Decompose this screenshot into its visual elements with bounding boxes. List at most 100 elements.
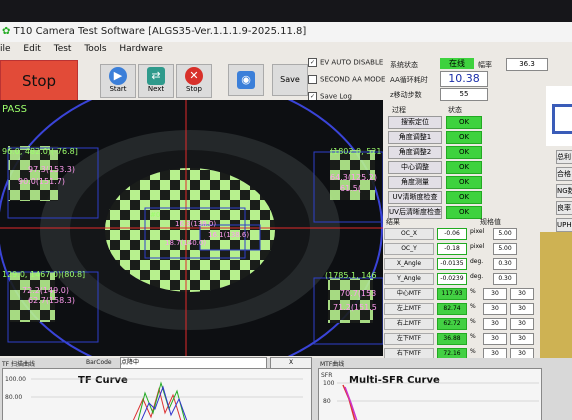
mtf-spec1: 30 [483, 288, 507, 300]
stat-ng-label: NG数 [556, 184, 572, 198]
next-arrows-icon: ⇄ [147, 67, 165, 85]
sfr-curve-title: Multi-SFR Curve [349, 375, 440, 386]
process-header: 过程 [392, 106, 406, 114]
menu-file[interactable]: ile [0, 44, 11, 54]
sfr-curve-svg: Multi-SFR Curve SFR 100 80 [321, 372, 539, 420]
stat-total-label: 总利 [556, 150, 572, 164]
center-val-a: 16.3(138.0) [175, 220, 216, 228]
z-steps-label: z移动步数 [390, 91, 422, 99]
menu-hardware[interactable]: Hardware [119, 44, 162, 54]
bl-v2: 62.7(158.3) [28, 296, 75, 305]
mtf-row: 左下MTF 36.88 % 30 30 [384, 333, 534, 345]
result-name: Y_Angle [384, 273, 434, 285]
monitor-bezel [0, 0, 572, 24]
mtf-value: 117.93 [437, 288, 467, 300]
z-steps-value: 55 [440, 88, 488, 101]
process-step-button[interactable]: 中心调整 [388, 161, 442, 174]
tl-v2: 90.0(151.7) [18, 177, 65, 186]
log-panel [540, 232, 572, 362]
result-name: OC_X [384, 228, 434, 240]
sfr-series-magenta [344, 386, 358, 420]
result-value: -0.18 [437, 243, 467, 255]
stats-column: 总利 合格 NG数 良率 UPH [556, 150, 572, 235]
camera-view: PASS #0 16.3(138.0) 16.1(138.6) 18.7(140… [0, 100, 383, 356]
process-row: 角度调整1 OK [388, 131, 482, 144]
mtf-row: 左上MTF 82.74 % 30 30 [384, 303, 534, 315]
process-state: OK [446, 116, 482, 129]
stat-yield-label: 良率 [556, 201, 572, 215]
stop-label: Stop [186, 85, 202, 93]
stat-pass-label: 合格 [556, 167, 572, 181]
mtf-name: 左下MTF [384, 333, 434, 345]
start-button[interactable]: ▶ Start [100, 64, 136, 98]
process-step-button[interactable]: UV清晰度检查 [388, 191, 442, 204]
mtf-name: 右上MTF [384, 318, 434, 330]
result-spec: 0.30 [493, 273, 517, 285]
mtf-unit: % [470, 303, 476, 310]
tf-ymax: 100.00 [5, 376, 26, 383]
mtf-spec1: 30 [483, 333, 507, 345]
result-header: 结果 [386, 218, 400, 226]
camera-button[interactable]: ◉ [228, 64, 264, 96]
menu-test[interactable]: Test [54, 44, 72, 54]
next-button[interactable]: ⇄ Next [138, 64, 174, 98]
process-state: OK [446, 206, 482, 219]
camera-overlay-svg: PASS #0 16.3(138.0) 16.1(138.6) 18.7(140… [0, 100, 383, 356]
mtf-value: 62.72 [437, 318, 467, 330]
result-row: OC_X -0.06 pixel 5.00 [384, 228, 534, 240]
result-value: -0.06 [437, 228, 467, 240]
process-step-button[interactable]: 搜索定位 [388, 116, 442, 129]
barcode-label: BarCode [86, 359, 112, 366]
mtf-unit: % [470, 318, 476, 325]
mtf-tab[interactable]: MTF曲线 [320, 359, 344, 368]
mtf-spec2: 30 [510, 303, 534, 315]
mtf-spec2: 30 [510, 333, 534, 345]
process-state: OK [446, 191, 482, 204]
mtf-row: 右上MTF 62.72 % 30 30 [384, 318, 534, 330]
system-status-value: 在线 [440, 58, 474, 69]
tl-coord: 96.0, 482.0)(-76.8] [2, 147, 78, 156]
tf-tab[interactable]: TF 扫描曲线 [2, 359, 35, 368]
tr-v1: 64.3(125.2) [330, 173, 377, 182]
mtf-name: 左上MTF [384, 303, 434, 315]
bl-v1: 72.2(149.0) [22, 286, 69, 295]
second-aa-checkbox[interactable]: SECOND AA MODE [308, 75, 385, 84]
process-state: OK [446, 176, 482, 189]
checkbox-checked-icon: ✓ [308, 58, 317, 67]
stop-big-button[interactable]: Stop [0, 60, 78, 102]
mtf-unit: % [470, 333, 476, 340]
sfr-ymax: 100 [323, 380, 335, 387]
next-label: Next [147, 85, 165, 93]
result-table: OC_X -0.06 pixel 5.00 OC_Y -0.18 pixel 5… [384, 228, 534, 363]
result-name: X_Angle [384, 258, 434, 270]
sfr-ylabel: SFR [321, 372, 332, 379]
state-header: 状态 [448, 106, 462, 114]
brand-logo-fragment [546, 86, 572, 146]
process-step-button[interactable]: 角度调整2 [388, 146, 442, 159]
system-status-label: 系统状态 [390, 61, 418, 69]
second-aa-label: SECOND AA MODE [320, 75, 386, 84]
bl-coord: 129.0, 1467.0)(80.8] [2, 270, 85, 279]
menu-edit[interactable]: Edit [23, 44, 40, 54]
process-row: 角度测量 OK [388, 176, 482, 189]
result-unit: deg. [470, 273, 484, 280]
cycle-value: 36.3 [506, 58, 548, 71]
process-step-button[interactable]: 角度测量 [388, 176, 442, 189]
tf-curve-svg: TF Curve 100.00 80.00 [5, 375, 303, 420]
stop-button[interactable]: ✕ Stop [176, 64, 212, 98]
process-step-button[interactable]: 角度调整1 [388, 131, 442, 144]
sfr-ymid: 80 [323, 398, 331, 405]
mtf-unit: % [470, 288, 476, 295]
app-window: ✿ T10 Camera Test Software [ALGS35-Ver.1… [0, 0, 572, 420]
tf-curve-panel: TF Curve 100.00 80.00 [2, 368, 312, 420]
result-spec: 0.30 [493, 258, 517, 270]
process-row: UV后清晰度检查 OK [388, 206, 482, 219]
close-circle-icon: ✕ [185, 67, 203, 85]
ev-auto-checkbox[interactable]: ✓ EV AUTO DISABLE [308, 58, 383, 67]
ev-auto-label: EV AUTO DISABLE [320, 58, 384, 67]
menu-tools[interactable]: Tools [84, 44, 106, 54]
save-button[interactable]: Save [272, 64, 308, 96]
mtf-spec1: 30 [483, 318, 507, 330]
result-spec: 5.00 [493, 228, 517, 240]
mtf-row: 中心MTF 117.93 % 30 30 [384, 288, 534, 300]
